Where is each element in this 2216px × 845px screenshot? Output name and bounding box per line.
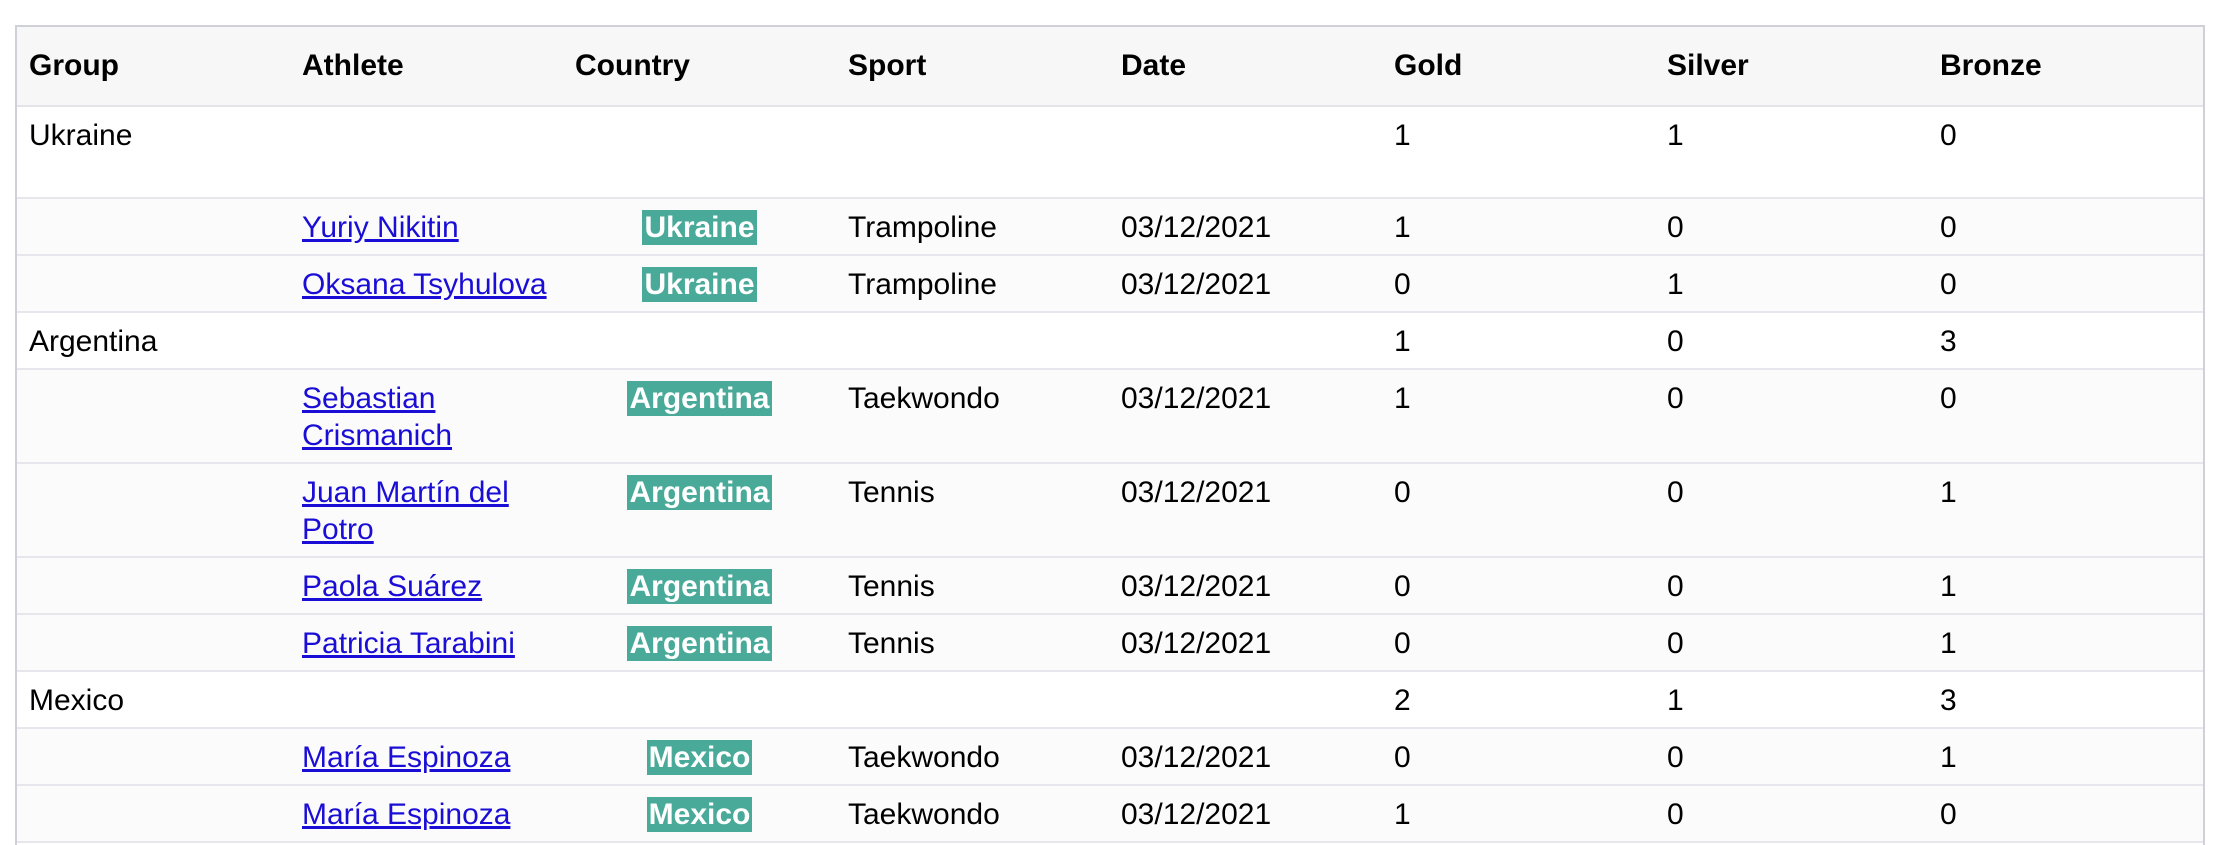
group-row-argentina[interactable]: Argentina 1 0 3 bbox=[17, 312, 2203, 370]
silver-cell: 0 bbox=[1655, 463, 1928, 558]
date-cell: 03/12/2021 bbox=[1109, 198, 1382, 256]
gold-cell: 0 bbox=[1382, 614, 1655, 672]
country-badge: Argentina bbox=[627, 626, 772, 661]
table-row[interactable]: Juan Martín del Potro Argentina Tennis 0… bbox=[17, 463, 2203, 558]
athlete-link[interactable]: Juan Martín del Potro bbox=[302, 476, 509, 546]
group-silver: 1 bbox=[1655, 106, 1928, 199]
column-header-bronze[interactable]: Bronze bbox=[1928, 27, 2203, 107]
athlete-link[interactable]: Oksana Tsyhulova bbox=[302, 268, 547, 301]
silver-cell: 0 bbox=[1655, 557, 1928, 615]
country-badge: Argentina bbox=[627, 381, 772, 416]
column-header-gold[interactable]: Gold bbox=[1382, 27, 1655, 107]
table-row[interactable]: María Espinoza Mexico Taekwondo 03/12/20… bbox=[17, 785, 2203, 843]
silver-cell: 0 bbox=[1655, 728, 1928, 786]
column-header-country[interactable]: Country bbox=[563, 27, 836, 107]
group-silver: 0 bbox=[1655, 312, 1928, 370]
date-cell: 03/12/2021 bbox=[1109, 614, 1382, 672]
sport-cell: Taekwondo bbox=[836, 369, 1109, 464]
country-badge: Argentina bbox=[627, 475, 772, 510]
bronze-cell: 1 bbox=[1928, 463, 2203, 558]
column-header-silver[interactable]: Silver bbox=[1655, 27, 1928, 107]
date-cell: 03/12/2021 bbox=[1109, 255, 1382, 313]
sport-cell: Tennis bbox=[836, 557, 1109, 615]
date-cell: 03/12/2021 bbox=[1109, 463, 1382, 558]
header-row: Group Athlete Country Sport Date Gold Si… bbox=[17, 27, 2203, 107]
sport-cell: Trampoline bbox=[836, 198, 1109, 256]
gold-cell: 0 bbox=[1382, 255, 1655, 313]
gold-cell: 0 bbox=[1382, 557, 1655, 615]
group-name: Argentina bbox=[17, 312, 290, 370]
column-header-date[interactable]: Date bbox=[1109, 27, 1382, 107]
table-row[interactable]: Oksana Tsyhulova Ukraine Trampoline 03/1… bbox=[17, 255, 2203, 313]
group-bronze: 3 bbox=[1928, 312, 2203, 370]
bronze-cell: 0 bbox=[1928, 369, 2203, 464]
country-badge: Ukraine bbox=[642, 210, 757, 245]
silver-cell: 0 bbox=[1655, 369, 1928, 464]
country-badge: Mexico bbox=[646, 797, 753, 832]
silver-cell: 0 bbox=[1655, 614, 1928, 672]
country-badge: Mexico bbox=[646, 740, 753, 775]
gold-cell: 1 bbox=[1382, 785, 1655, 843]
gold-cell: 1 bbox=[1382, 198, 1655, 256]
group-name: Mexico bbox=[17, 671, 290, 729]
medal-table: Group Athlete Country Sport Date Gold Si… bbox=[17, 27, 2203, 843]
athlete-link[interactable]: María Espinoza bbox=[302, 741, 510, 774]
group-name: Ukraine bbox=[17, 106, 290, 199]
group-gold: 1 bbox=[1382, 106, 1655, 199]
athlete-link[interactable]: María Espinoza bbox=[302, 798, 510, 831]
table-header: Group Athlete Country Sport Date Gold Si… bbox=[17, 27, 2203, 107]
silver-cell: 0 bbox=[1655, 198, 1928, 256]
silver-cell: 0 bbox=[1655, 785, 1928, 843]
group-gold: 1 bbox=[1382, 312, 1655, 370]
table-row[interactable]: Yuriy Nikitin Ukraine Trampoline 03/12/2… bbox=[17, 198, 2203, 256]
column-header-group[interactable]: Group bbox=[17, 27, 290, 107]
gold-cell: 0 bbox=[1382, 463, 1655, 558]
group-bronze: 3 bbox=[1928, 671, 2203, 729]
gold-cell: 0 bbox=[1382, 728, 1655, 786]
bronze-cell: 1 bbox=[1928, 614, 2203, 672]
bronze-cell: 0 bbox=[1928, 785, 2203, 843]
column-header-sport[interactable]: Sport bbox=[836, 27, 1109, 107]
sport-cell: Taekwondo bbox=[836, 728, 1109, 786]
date-cell: 03/12/2021 bbox=[1109, 557, 1382, 615]
date-cell: 03/12/2021 bbox=[1109, 728, 1382, 786]
medal-grid: Group Athlete Country Sport Date Gold Si… bbox=[15, 25, 2205, 845]
bronze-cell: 1 bbox=[1928, 557, 2203, 615]
table-row[interactable]: Paola Suárez Argentina Tennis 03/12/2021… bbox=[17, 557, 2203, 615]
athlete-link[interactable]: Yuriy Nikitin bbox=[302, 211, 459, 244]
athlete-link[interactable]: Paola Suárez bbox=[302, 570, 482, 603]
column-header-athlete[interactable]: Athlete bbox=[290, 27, 563, 107]
group-row-ukraine[interactable]: Ukraine 1 1 0 bbox=[17, 106, 2203, 199]
sport-cell: Tennis bbox=[836, 463, 1109, 558]
athlete-link[interactable]: Sebastian Crismanich bbox=[302, 382, 452, 452]
silver-cell: 1 bbox=[1655, 255, 1928, 313]
sport-cell: Tennis bbox=[836, 614, 1109, 672]
bronze-cell: 0 bbox=[1928, 255, 2203, 313]
group-silver: 1 bbox=[1655, 671, 1928, 729]
date-cell: 03/12/2021 bbox=[1109, 785, 1382, 843]
country-badge: Ukraine bbox=[642, 267, 757, 302]
sport-cell: Taekwondo bbox=[836, 785, 1109, 843]
group-row-mexico[interactable]: Mexico 2 1 3 bbox=[17, 671, 2203, 729]
date-cell: 03/12/2021 bbox=[1109, 369, 1382, 464]
sport-cell: Trampoline bbox=[836, 255, 1109, 313]
bronze-cell: 1 bbox=[1928, 728, 2203, 786]
country-badge: Argentina bbox=[627, 569, 772, 604]
table-row[interactable]: Patricia Tarabini Argentina Tennis 03/12… bbox=[17, 614, 2203, 672]
bronze-cell: 0 bbox=[1928, 198, 2203, 256]
table-body: Ukraine 1 1 0 Yuriy Nikitin Ukraine Tram… bbox=[17, 106, 2203, 843]
group-bronze: 0 bbox=[1928, 106, 2203, 199]
athlete-link[interactable]: Patricia Tarabini bbox=[302, 627, 515, 660]
group-gold: 2 bbox=[1382, 671, 1655, 729]
table-row[interactable]: Sebastian Crismanich Argentina Taekwondo… bbox=[17, 369, 2203, 464]
gold-cell: 1 bbox=[1382, 369, 1655, 464]
table-row[interactable]: María Espinoza Mexico Taekwondo 03/12/20… bbox=[17, 728, 2203, 786]
